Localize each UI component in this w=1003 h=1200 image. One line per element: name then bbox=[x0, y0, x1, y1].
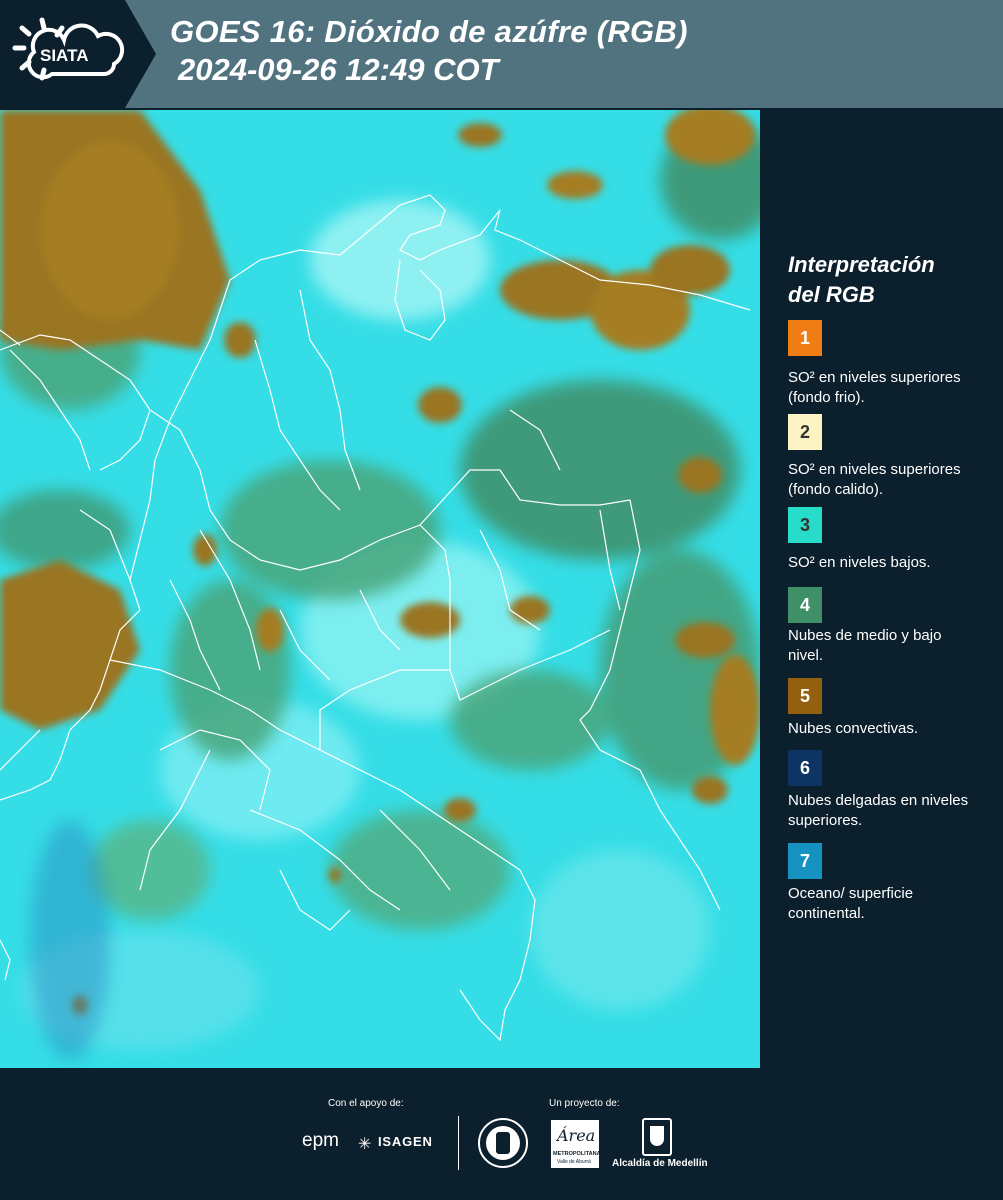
alcaldia-shield-icon bbox=[642, 1118, 672, 1156]
legend-panel: Interpretación del RGB 1 SO² en niveles s… bbox=[760, 110, 1003, 1068]
isagen-icon: ✳ bbox=[358, 1136, 372, 1153]
legend-label-7: Oceano/ superficie continental. bbox=[788, 885, 914, 922]
footer-bar: Con el apoyo de: Un proyecto de: epm ✳ I… bbox=[0, 1068, 1003, 1200]
project-label: Un proyecto de: bbox=[549, 1098, 620, 1109]
legend-label-6: Nubes delgadas en niveles superiores. bbox=[788, 792, 969, 829]
satellite-map[interactable] bbox=[0, 110, 760, 1068]
logo-text: SIATA bbox=[40, 46, 89, 65]
area-metropolitana-logo: Área METROPOLITANA Valle de Aburrá bbox=[551, 1120, 601, 1168]
area-logo-subtitle2: Valle de Aburrá bbox=[557, 1159, 591, 1165]
legend-swatch-7: 7 bbox=[788, 843, 822, 879]
medellin-seal-icon bbox=[478, 1118, 528, 1168]
siata-logo: SIATA bbox=[0, 0, 156, 108]
support-label: Con el apoyo de: bbox=[328, 1098, 404, 1109]
legend-label-1: SO² en niveles superiores (fondo frio). bbox=[788, 369, 961, 406]
legend-swatch-4: 4 bbox=[788, 587, 822, 623]
legend-swatch-1: 1 bbox=[788, 320, 822, 356]
legend-swatch-5: 5 bbox=[788, 678, 822, 714]
legend-swatch-6: 6 bbox=[788, 750, 822, 786]
footer-divider bbox=[458, 1116, 459, 1170]
thin-cloud-band bbox=[30, 820, 110, 1060]
area-logo-subtitle: METROPOLITANA bbox=[553, 1151, 601, 1157]
legend-title-line1: Interpretación bbox=[788, 252, 935, 277]
isagen-logo: ISAGEN bbox=[378, 1134, 433, 1149]
area-logo-title: Área bbox=[557, 1126, 596, 1145]
legend-title: Interpretación del RGB bbox=[788, 250, 988, 310]
header-bar: SIATA GOES 16: Dióxido de azúfre (RGB) 2… bbox=[0, 0, 1003, 108]
page-title: GOES 16: Dióxido de azúfre (RGB) bbox=[170, 14, 688, 49]
legend-title-line2: del RGB bbox=[788, 282, 875, 307]
legend-swatch-3: 3 bbox=[788, 507, 822, 543]
legend-label-5: Nubes convectivas. bbox=[788, 720, 919, 737]
legend-label-2: SO² en niveles superiores (fondo calido)… bbox=[788, 461, 961, 498]
legend-label-4: Nubes de medio y bajo nivel. bbox=[788, 627, 942, 664]
legend-label-3: SO² en niveles bajos. bbox=[788, 554, 931, 571]
legend-swatch-2: 2 bbox=[788, 414, 822, 450]
epm-logo: epm bbox=[302, 1130, 339, 1151]
page-timestamp: 2024-09-26 12:49 COT bbox=[178, 52, 499, 87]
alcaldia-label: Alcaldía de Medellín bbox=[612, 1158, 708, 1169]
map-canvas bbox=[0, 110, 760, 1068]
